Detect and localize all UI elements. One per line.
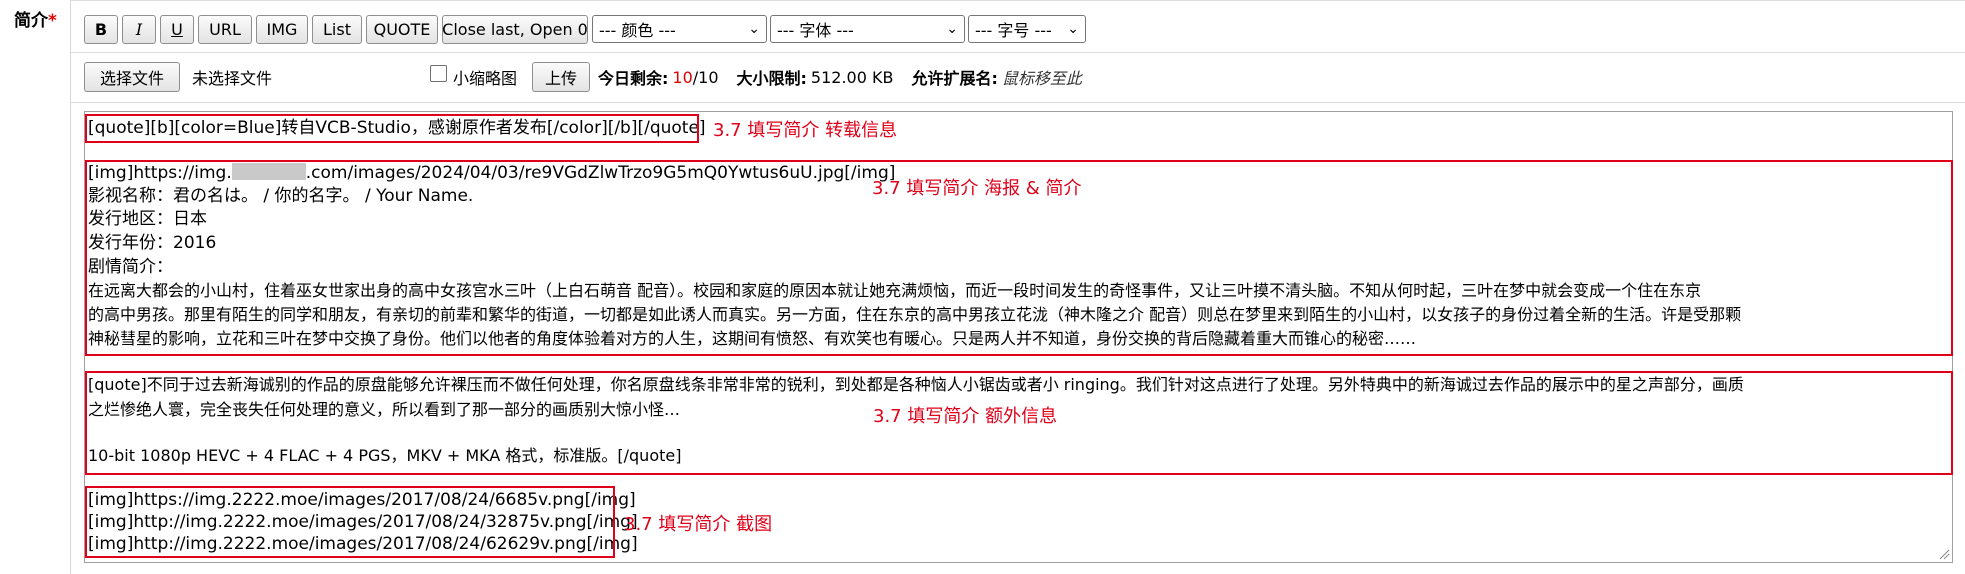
thumbnail-label: 小缩略图 [453,69,518,88]
annotation-extra: 3.7 填写简介 额外信息 [873,406,1058,427]
font-select-value: --- 字体 --- [777,21,854,40]
annotation-screenshots: 3.7 填写简介 截图 [624,514,773,535]
column-divider [70,0,71,574]
no-file-text: 未选择文件 [192,69,273,88]
today-remaining-used: 10 [672,67,693,87]
label-column: 简介* [0,0,68,574]
upload-stats: 今日剩余: 10/10 大小限制: 512.00 KB 允许扩展名: 鼠标移至此 [598,61,1082,93]
url-button[interactable]: URL [198,14,252,44]
bold-button[interactable]: B [84,14,118,44]
toolbar-divider [70,52,1965,53]
bbcode-toolbar: B I U URL IMG List QUOTE Close last, Ope… [84,14,1089,44]
upload-divider [70,102,1965,103]
upload-button[interactable]: 上传 [532,62,590,92]
underline-button[interactable]: U [160,14,194,44]
top-divider [70,0,1965,1]
allowed-ext-value[interactable]: 鼠标移至此 [1002,65,1082,89]
today-remaining-label: 今日剩余: [598,69,669,88]
size-limit-label: 大小限制: [736,69,807,88]
size-select[interactable]: --- 字号 --- ⌄ [968,15,1086,43]
size-select-value: --- 字号 --- [975,21,1052,40]
annotation-poster-synopsis: 3.7 填写简介 海报 & 简介 [872,178,1082,199]
color-select-value: --- 颜色 --- [599,21,676,40]
field-label-text: 简介 [14,11,48,31]
upload-row: 选择文件 未选择文件 小缩略图 上传 今日剩余: 10/10 大小限制: 512… [84,61,1184,93]
italic-button[interactable]: I [122,14,156,44]
quote-button[interactable]: QUOTE [366,14,438,44]
resize-handle-icon[interactable] [1938,548,1950,560]
annotation-repost: 3.7 填写简介 转载信息 [713,120,898,141]
annotation-box-screenshots [85,486,615,558]
required-mark: * [48,11,57,31]
chevron-down-icon: ⌄ [748,21,760,37]
color-select[interactable]: --- 颜色 --- ⌄ [592,15,767,43]
chevron-down-icon: ⌄ [946,21,958,37]
size-limit-value: 512.00 KB [810,67,894,87]
img-button[interactable]: IMG [256,14,308,44]
annotation-box-repost [85,114,699,143]
thumbnail-option: 小缩略图 [430,61,517,93]
today-remaining-total: /10 [692,67,719,87]
list-button[interactable]: List [312,14,362,44]
thumbnail-checkbox[interactable] [430,64,447,82]
chevron-down-icon: ⌄ [1067,21,1079,37]
close-last-button[interactable]: Close last, Open 0 [442,14,588,44]
choose-file-button[interactable]: 选择文件 [84,62,180,92]
font-select[interactable]: --- 字体 --- ⌄ [770,15,965,43]
field-label: 简介* [14,6,57,31]
allowed-ext-label: 允许扩展名: [911,69,998,88]
